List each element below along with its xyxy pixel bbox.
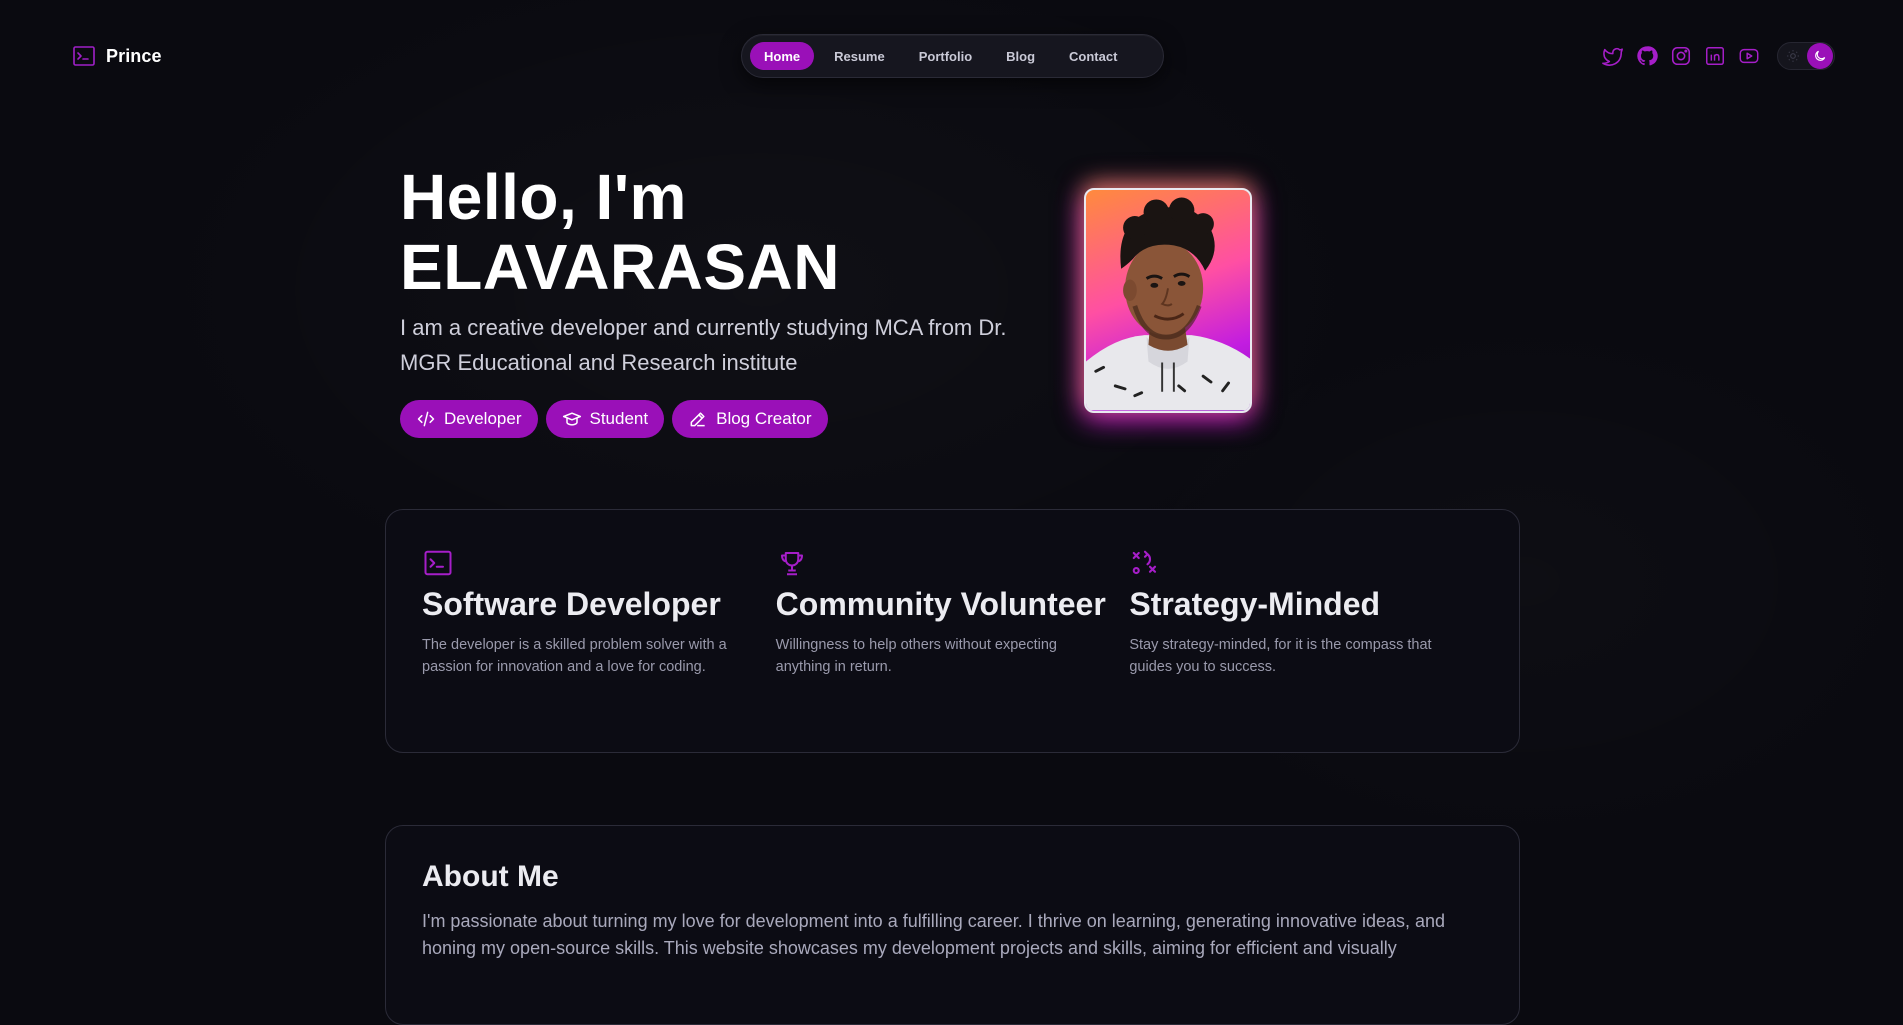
hero-heading: Hello, I'm ELAVARASAN — [400, 162, 840, 302]
tag-student[interactable]: Student — [545, 400, 665, 438]
skill-title: Community Volunteer — [775, 586, 1106, 622]
main-nav: Home Resume Portfolio Blog Contact — [741, 34, 1164, 78]
nav-resume[interactable]: Resume — [820, 42, 899, 70]
sun-icon — [1786, 49, 1800, 63]
portrait-illustration — [1086, 197, 1250, 411]
skills-card: Software Developer The developer is a sk… — [385, 509, 1520, 753]
pen-icon — [688, 409, 708, 429]
social-links — [1601, 42, 1835, 70]
theme-toggle[interactable] — [1777, 42, 1835, 70]
linkedin-icon[interactable] — [1703, 44, 1727, 68]
skill-community-volunteer: Community Volunteer Willingness to help … — [776, 548, 1130, 752]
hero-subtitle: I am a creative developer and currently … — [400, 315, 1007, 375]
tag-developer[interactable]: Developer — [400, 400, 538, 438]
about-text: I'm passionate about turning my love for… — [422, 911, 1446, 958]
tag-label: Student — [589, 409, 649, 428]
skill-text: Willingness to help others without expec… — [775, 637, 1057, 675]
brand-logo[interactable]: Prince — [72, 44, 162, 68]
skill-title: Software Developer — [422, 586, 721, 622]
terminal-icon — [72, 44, 96, 68]
tag-blog-creator[interactable]: Blog Creator — [672, 400, 828, 438]
background-glow — [0, 0, 1903, 969]
hero-name: ELAVARASAN — [400, 231, 840, 303]
nav-home[interactable]: Home — [750, 42, 815, 70]
skill-title: Strategy-Minded — [1129, 586, 1381, 622]
skill-text: The developer is a skilled problem solve… — [422, 637, 727, 675]
graduation-cap-icon — [562, 409, 582, 429]
skill-strategy-minded: Strategy-Minded Stay strategy-minded, fo… — [1129, 548, 1483, 752]
tag-label: Developer — [444, 409, 522, 428]
skill-software-developer: Software Developer The developer is a sk… — [422, 548, 776, 752]
strategy-icon — [1130, 548, 1160, 578]
about-card: About Me I'm passionate about turning my… — [385, 825, 1520, 1025]
terminal-icon — [423, 548, 453, 578]
hero-greeting: Hello, I'm — [400, 161, 687, 233]
trophy-icon — [777, 548, 807, 578]
twitter-icon[interactable] — [1601, 44, 1625, 68]
profile-photo — [1084, 188, 1252, 413]
role-tags: Developer Student Blog Creator — [400, 400, 828, 438]
instagram-icon[interactable] — [1669, 44, 1693, 68]
youtube-icon[interactable] — [1737, 44, 1761, 68]
about-title: About Me — [422, 860, 559, 893]
tag-label: Blog Creator — [716, 409, 812, 428]
nav-contact[interactable]: Contact — [1055, 42, 1131, 70]
github-icon[interactable] — [1635, 44, 1659, 68]
code-icon — [416, 409, 436, 429]
nav-portfolio[interactable]: Portfolio — [905, 42, 986, 70]
moon-icon — [1807, 43, 1833, 69]
brand-name: Prince — [106, 45, 162, 66]
nav-blog[interactable]: Blog — [992, 42, 1049, 70]
skill-text: Stay strategy-minded, for it is the comp… — [1129, 637, 1432, 675]
